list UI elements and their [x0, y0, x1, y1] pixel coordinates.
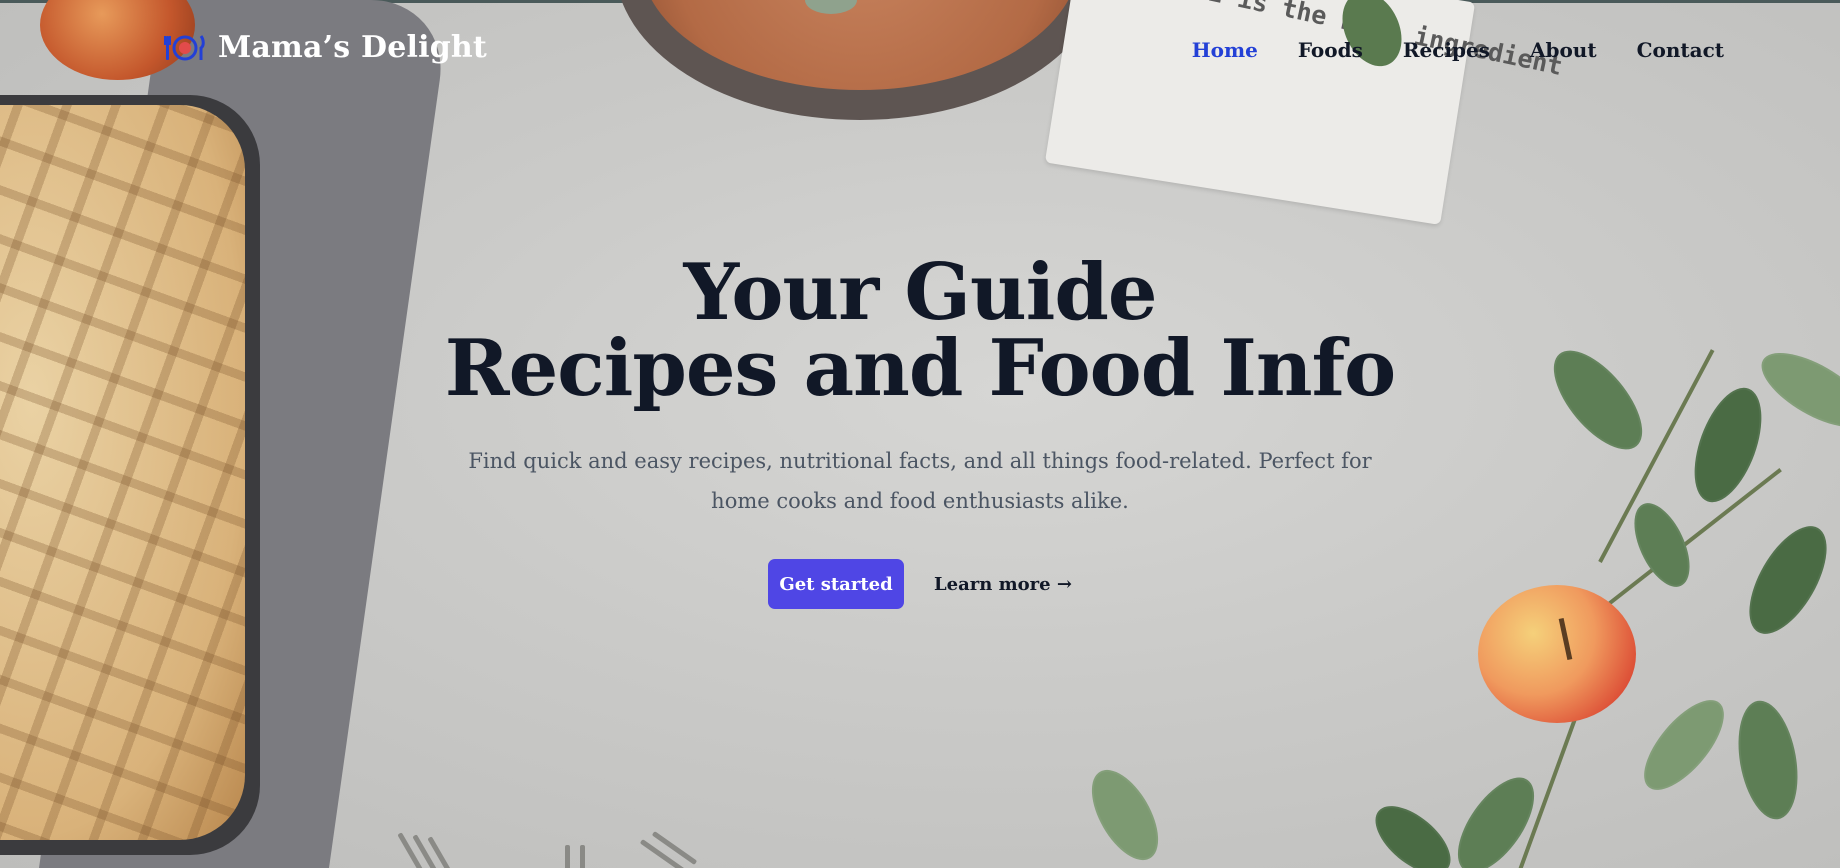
- fork-tine: [580, 845, 585, 868]
- fork-tine: [651, 831, 698, 865]
- hero-subtitle: Find quick and easy recipes, nutritional…: [468, 449, 1372, 513]
- eucalyptus-leaf: [1363, 793, 1463, 868]
- hero-title: Your Guide Recipes and Food Info: [0, 247, 1840, 414]
- eucalyptus-leaf: [1078, 759, 1172, 868]
- eucalyptus-leaf: [1630, 687, 1738, 803]
- brand-logo-link[interactable]: Mama’s Delight: [164, 30, 487, 65]
- nav-recipes[interactable]: Recipes: [1403, 38, 1490, 62]
- top-navigation: Mama’s Delight Home Foods Recipes About …: [0, 0, 1840, 100]
- fork-tine: [565, 845, 570, 868]
- hero-title-line-2: Recipes and Food Info: [444, 323, 1396, 414]
- main-menu: Home Foods Recipes About Contact: [1192, 38, 1724, 62]
- learn-more-link[interactable]: Learn more →: [934, 574, 1072, 595]
- hero-section: Your Guide Recipes and Food Info Find qu…: [0, 247, 1840, 609]
- nav-about[interactable]: About: [1530, 38, 1597, 62]
- eucalyptus-leaf: [1730, 696, 1806, 824]
- nav-foods[interactable]: Foods: [1298, 38, 1363, 62]
- eucalyptus-leaf: [1443, 765, 1549, 868]
- nav-home[interactable]: Home: [1192, 38, 1258, 62]
- brand-name: Mama’s Delight: [218, 30, 487, 65]
- hero-title-line-1: Your Guide: [683, 247, 1157, 338]
- plate-fork-knife-icon: [164, 32, 206, 64]
- get-started-button[interactable]: Get started: [768, 559, 905, 609]
- nav-contact[interactable]: Contact: [1637, 38, 1724, 62]
- hero-actions: Get started Learn more →: [0, 559, 1840, 609]
